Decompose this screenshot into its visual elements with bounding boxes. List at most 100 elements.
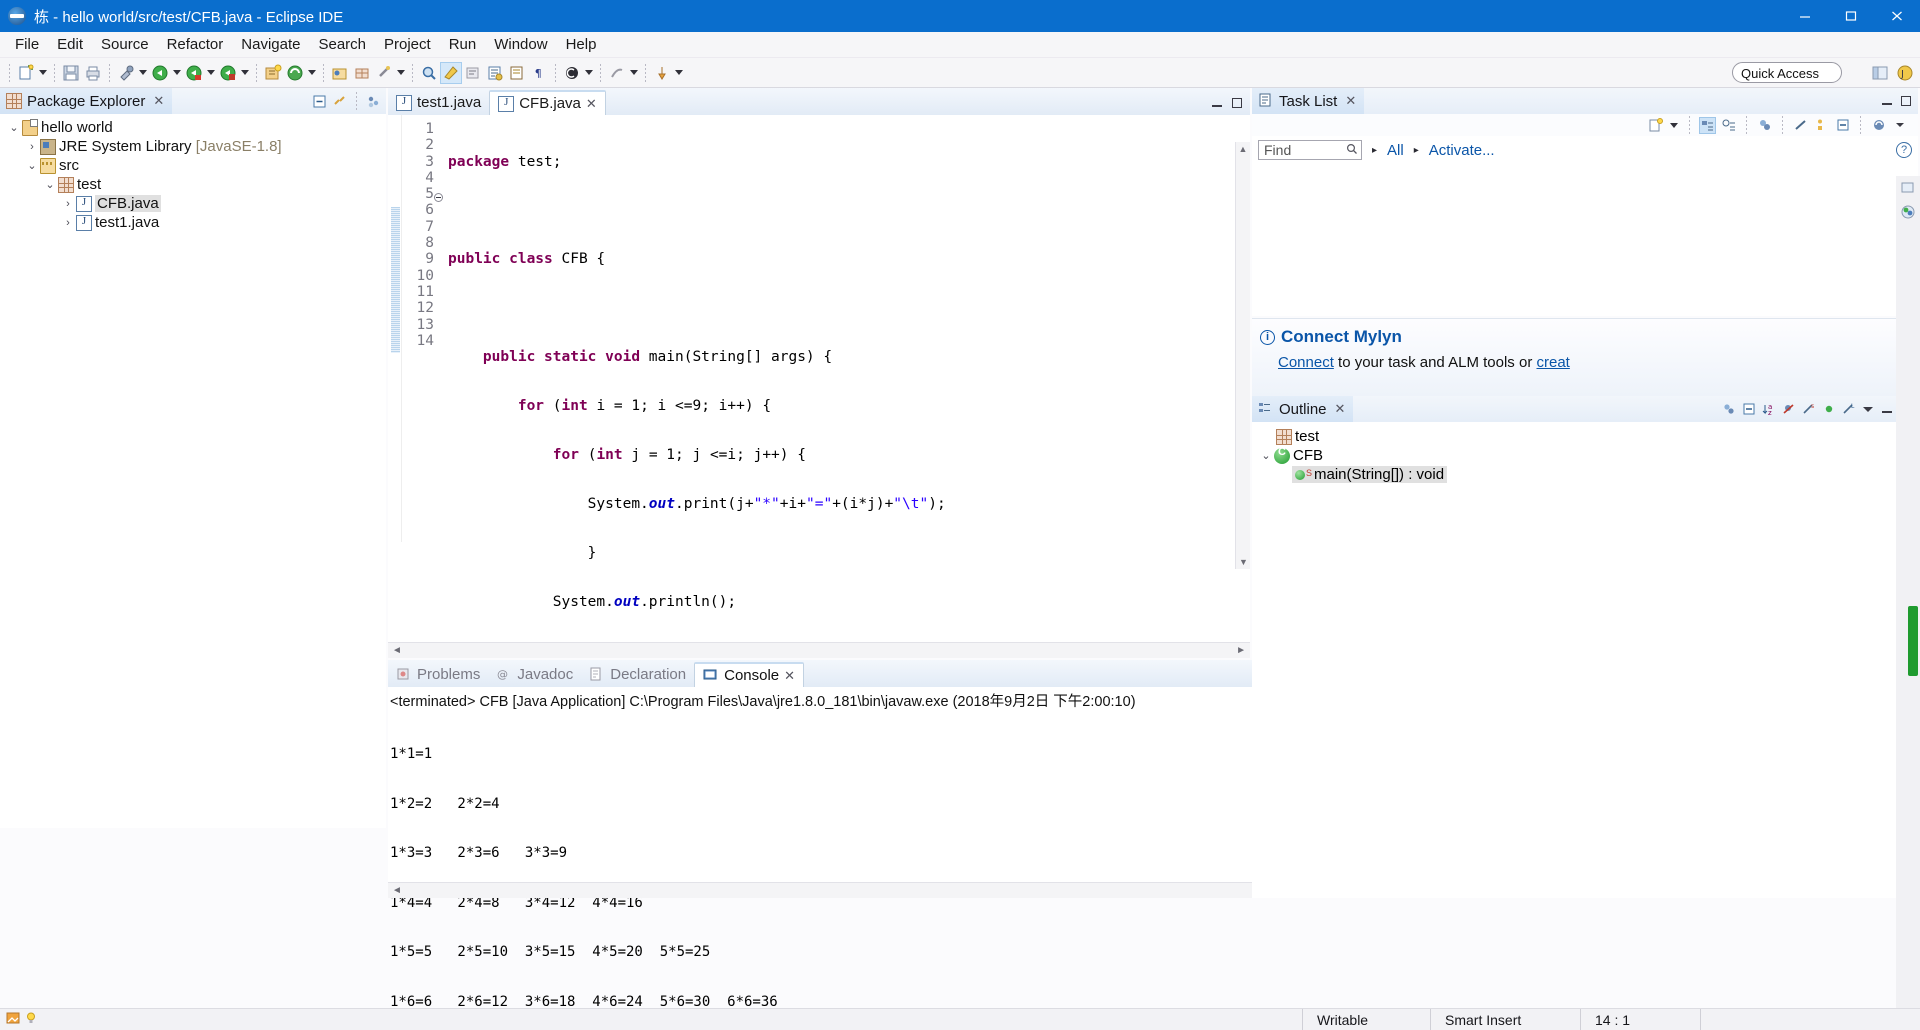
maximize-button[interactable] [1828,0,1874,32]
tab-problems[interactable]: Problems [388,662,488,687]
outline-item-cfb[interactable]: ⌄ CFB [1252,446,1918,465]
search-icon[interactable] [418,62,440,84]
categorized-presentation-icon[interactable] [1699,116,1716,134]
scroll-up-icon[interactable]: ▲ [1236,142,1250,156]
menu-edit[interactable]: Edit [48,33,92,56]
print-icon[interactable] [82,62,104,84]
create-link[interactable]: creat [1536,354,1569,371]
new-wizard-icon[interactable] [15,62,37,84]
package-icon[interactable] [351,62,373,84]
annotation-ruler[interactable] [388,115,402,542]
menu-window[interactable]: Window [485,33,556,56]
back-icon[interactable] [561,62,583,84]
help-icon[interactable]: ? [1896,142,1912,158]
collapse-all-icon[interactable] [1834,117,1851,134]
menu-search[interactable]: Search [309,33,375,56]
debug-icon[interactable] [149,62,171,84]
search-icon[interactable] [1346,142,1358,158]
open-perspective-icon[interactable] [329,62,351,84]
minimize-icon[interactable] [1209,95,1225,111]
menu-source[interactable]: Source [92,33,158,56]
run-dropdown-icon[interactable] [205,62,217,84]
chevron-right-icon[interactable]: › [24,139,40,155]
tab-declaration[interactable]: Declaration [581,662,694,687]
quick-access-input[interactable]: Quick Access [1732,62,1842,83]
pin-editor-icon[interactable] [651,62,673,84]
external-tools-dropdown-icon[interactable] [306,62,318,84]
warning-indicator-icon[interactable] [6,1011,20,1028]
close-icon[interactable]: ✕ [1335,401,1346,417]
close-icon[interactable]: ✕ [153,93,164,109]
filter-all-link[interactable]: All [1387,142,1404,159]
link-with-editor-icon[interactable] [331,93,348,110]
collapse-all-icon[interactable] [1740,401,1757,418]
minimize-icon[interactable] [1879,401,1895,417]
forward-icon[interactable] [606,62,628,84]
view-menu-icon[interactable] [1860,401,1876,417]
view-menu-icon[interactable] [1891,117,1908,134]
tree-item-test[interactable]: ⌄ test [0,175,386,194]
build-icon[interactable] [115,62,137,84]
pin-editor-dropdown-icon[interactable] [673,62,685,84]
scroll-right-icon[interactable]: ► [1236,645,1246,656]
next-annotation-icon[interactable] [462,62,484,84]
minimap-thumb[interactable] [1908,606,1918,676]
synchronize-changed-icon[interactable] [1870,117,1887,134]
restore-icon[interactable] [1896,176,1920,200]
tree-item-cfb-java[interactable]: › CFB.java [0,194,386,213]
chevron-down-icon[interactable]: ⌄ [6,120,22,136]
menu-run[interactable]: Run [440,33,486,56]
build-dropdown-icon[interactable] [137,62,149,84]
editor-horizontal-scrollbar[interactable]: ◄ ► [388,642,1250,658]
tab-package-explorer[interactable]: Package Explorer ✕ [0,88,173,114]
chevron-down-icon[interactable]: ⌄ [42,177,58,193]
open-perspective-button[interactable] [1869,61,1891,84]
chevron-right-icon[interactable]: › [60,196,76,212]
scheduled-presentation-icon[interactable] [1720,117,1737,134]
new-java-project-icon[interactable] [262,62,284,84]
new-task-icon[interactable] [1647,117,1664,134]
activate-link[interactable]: Activate... [1429,142,1495,159]
hide-static-icon[interactable]: s [1800,401,1817,418]
minimize-icon[interactable] [1879,93,1895,109]
minimize-button[interactable] [1782,0,1828,32]
hide-local-types-icon[interactable]: L [1840,401,1857,418]
view-menu-icon[interactable] [365,93,382,110]
menu-project[interactable]: Project [375,33,440,56]
coverage-icon[interactable] [217,62,239,84]
close-button[interactable] [1874,0,1920,32]
java-perspective-button[interactable]: J [1894,61,1916,84]
chevron-right-icon[interactable]: ▸ [1414,145,1419,156]
focus-on-workweek-icon[interactable] [1756,117,1773,134]
close-icon[interactable]: ✕ [1345,93,1356,109]
scroll-left-icon[interactable]: ◄ [392,645,402,656]
new-task-dropdown-icon[interactable] [1668,114,1680,136]
link-dropdown-icon[interactable] [395,62,407,84]
chevron-down-icon[interactable]: ⌄ [1258,448,1274,464]
toggle-mark-occurrences-icon[interactable]: ¶ [528,62,550,84]
close-icon[interactable]: ✕ [784,668,795,684]
last-edit-location-icon[interactable] [506,62,528,84]
close-icon[interactable]: ✕ [586,96,597,112]
outline-item-test[interactable]: test [1252,427,1918,446]
chevron-right-icon[interactable]: ▸ [1372,145,1377,156]
tab-cfb-java[interactable]: CFB.java ✕ [489,90,606,115]
maximize-icon[interactable] [1229,95,1245,111]
open-task-icon[interactable] [440,61,462,84]
menu-navigate[interactable]: Navigate [232,33,309,56]
find-input[interactable]: Find [1258,140,1362,160]
link-icon[interactable] [373,62,395,84]
focus-on-active-task-icon[interactable] [1720,401,1737,418]
save-icon[interactable] [60,62,82,84]
java-perspective-icon[interactable] [1896,200,1920,224]
coverage-dropdown-icon[interactable] [239,62,251,84]
hide-fields-icon[interactable] [1780,401,1797,418]
external-tools-icon[interactable] [284,62,306,84]
sort-icon[interactable]: az [1760,401,1777,418]
tree-item-src[interactable]: ⌄ src [0,156,386,175]
scroll-down-icon[interactable]: ▼ [1236,555,1251,569]
tab-javadoc[interactable]: @ Javadoc [488,662,581,687]
hide-non-public-icon[interactable] [1820,401,1837,418]
show-only-my-tasks-icon[interactable] [1813,117,1830,134]
forward-dropdown-icon[interactable] [628,62,640,84]
